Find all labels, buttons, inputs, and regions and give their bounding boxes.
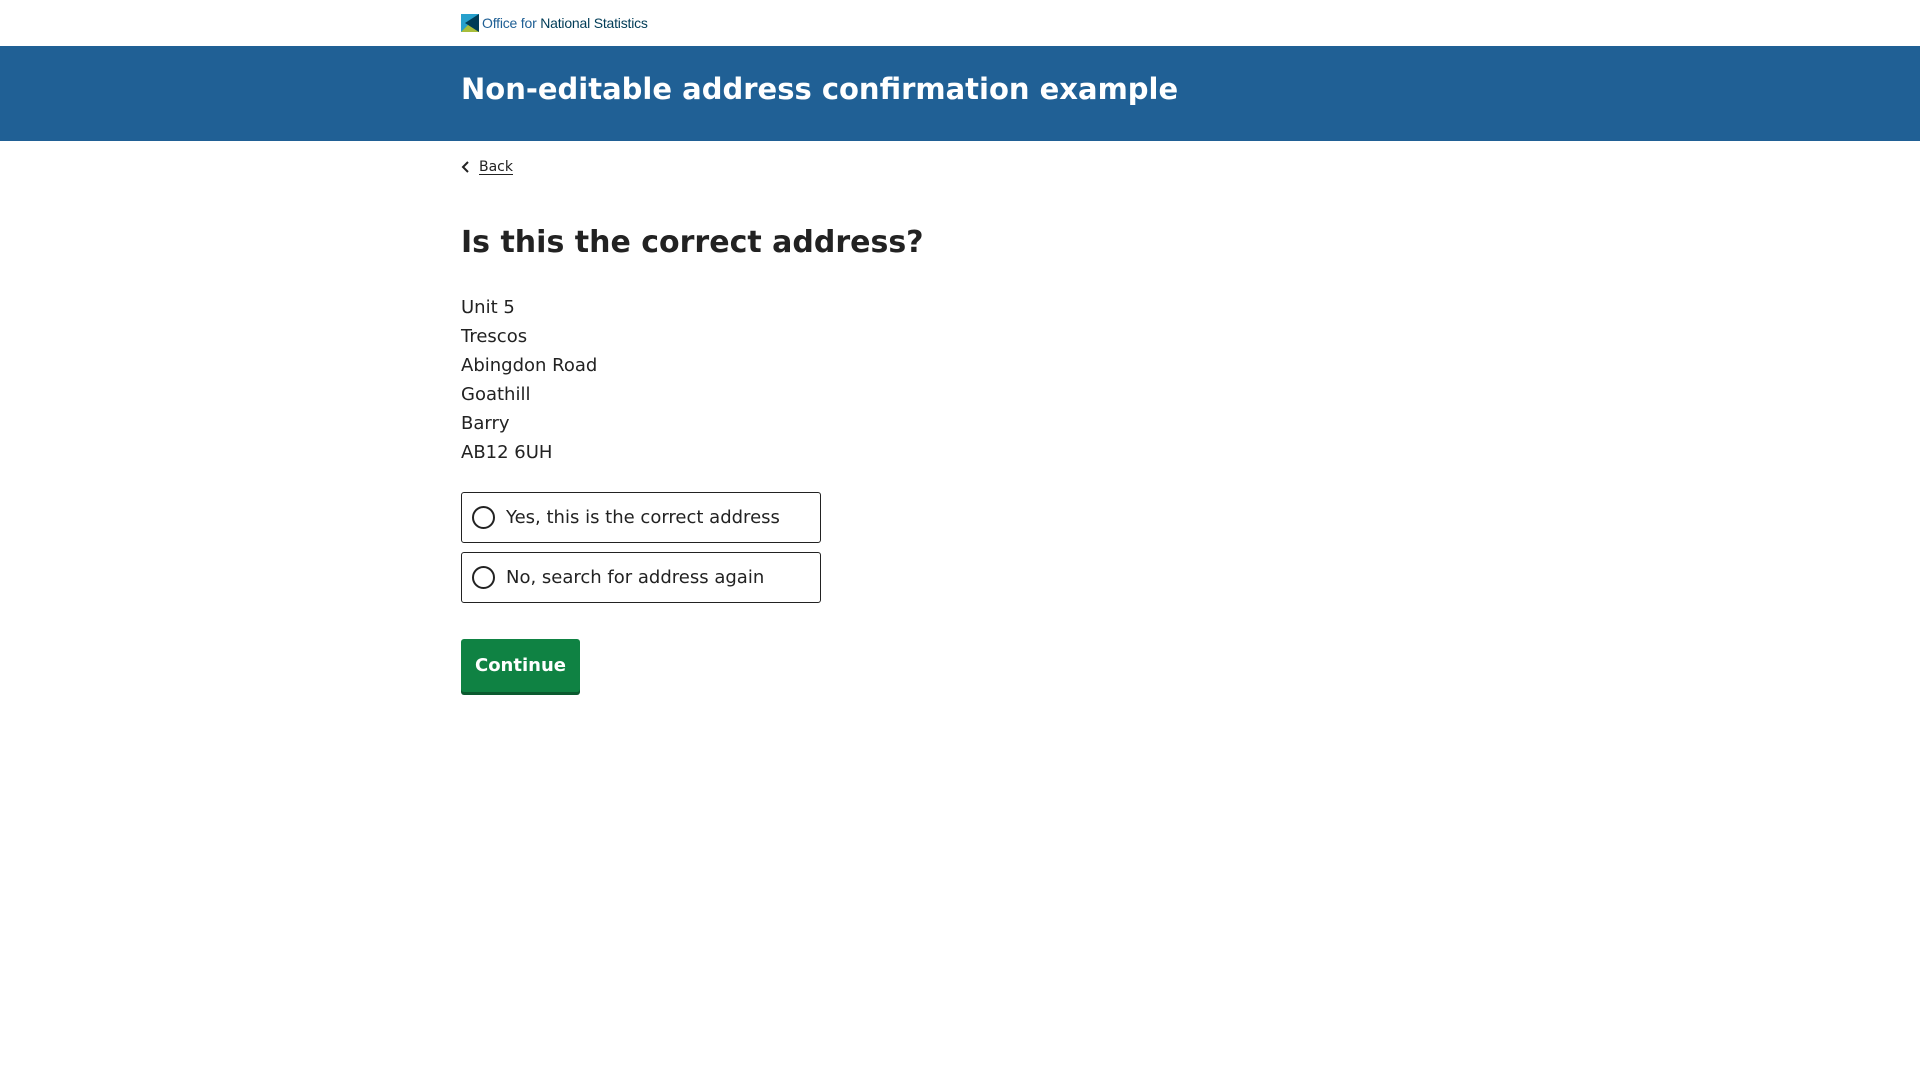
ons-logo[interactable]: Office for National Statistics [461,14,648,32]
address-line: Unit 5 [461,297,515,318]
logo-wordmark: Office for National Statistics [482,15,648,31]
address-line: Abingdon Road [461,355,598,376]
site-header: Office for National Statistics [0,0,1920,46]
continue-button[interactable]: Continue [461,639,580,692]
address-confirmation-options: Yes, this is the correct address No, sea… [461,492,821,612]
back-link-label: Back [479,159,513,175]
radio-option-yes[interactable]: Yes, this is the correct address [461,492,821,543]
ons-logo-icon [461,14,479,32]
radio-button-no[interactable] [472,566,495,589]
address-line: Trescos [461,326,528,347]
chevron-left-icon [461,161,469,173]
question-title: Is this the correct address? [461,225,924,260]
back-link[interactable]: Back [461,159,513,175]
address-line: AB12 6UH [461,442,553,463]
radio-option-no[interactable]: No, search for address again [461,552,821,603]
address-line: Barry [461,413,510,434]
radio-label-yes: Yes, this is the correct address [506,507,780,528]
radio-label-no: No, search for address again [506,567,765,588]
page-banner: Non-editable address confirmation exampl… [0,46,1920,141]
radio-button-yes[interactable] [472,506,495,529]
address-line: Goathill [461,384,531,405]
banner-title: Non-editable address confirmation exampl… [461,72,1179,106]
address-block: Unit 5 Trescos Abingdon Road Goathill Ba… [461,293,597,467]
